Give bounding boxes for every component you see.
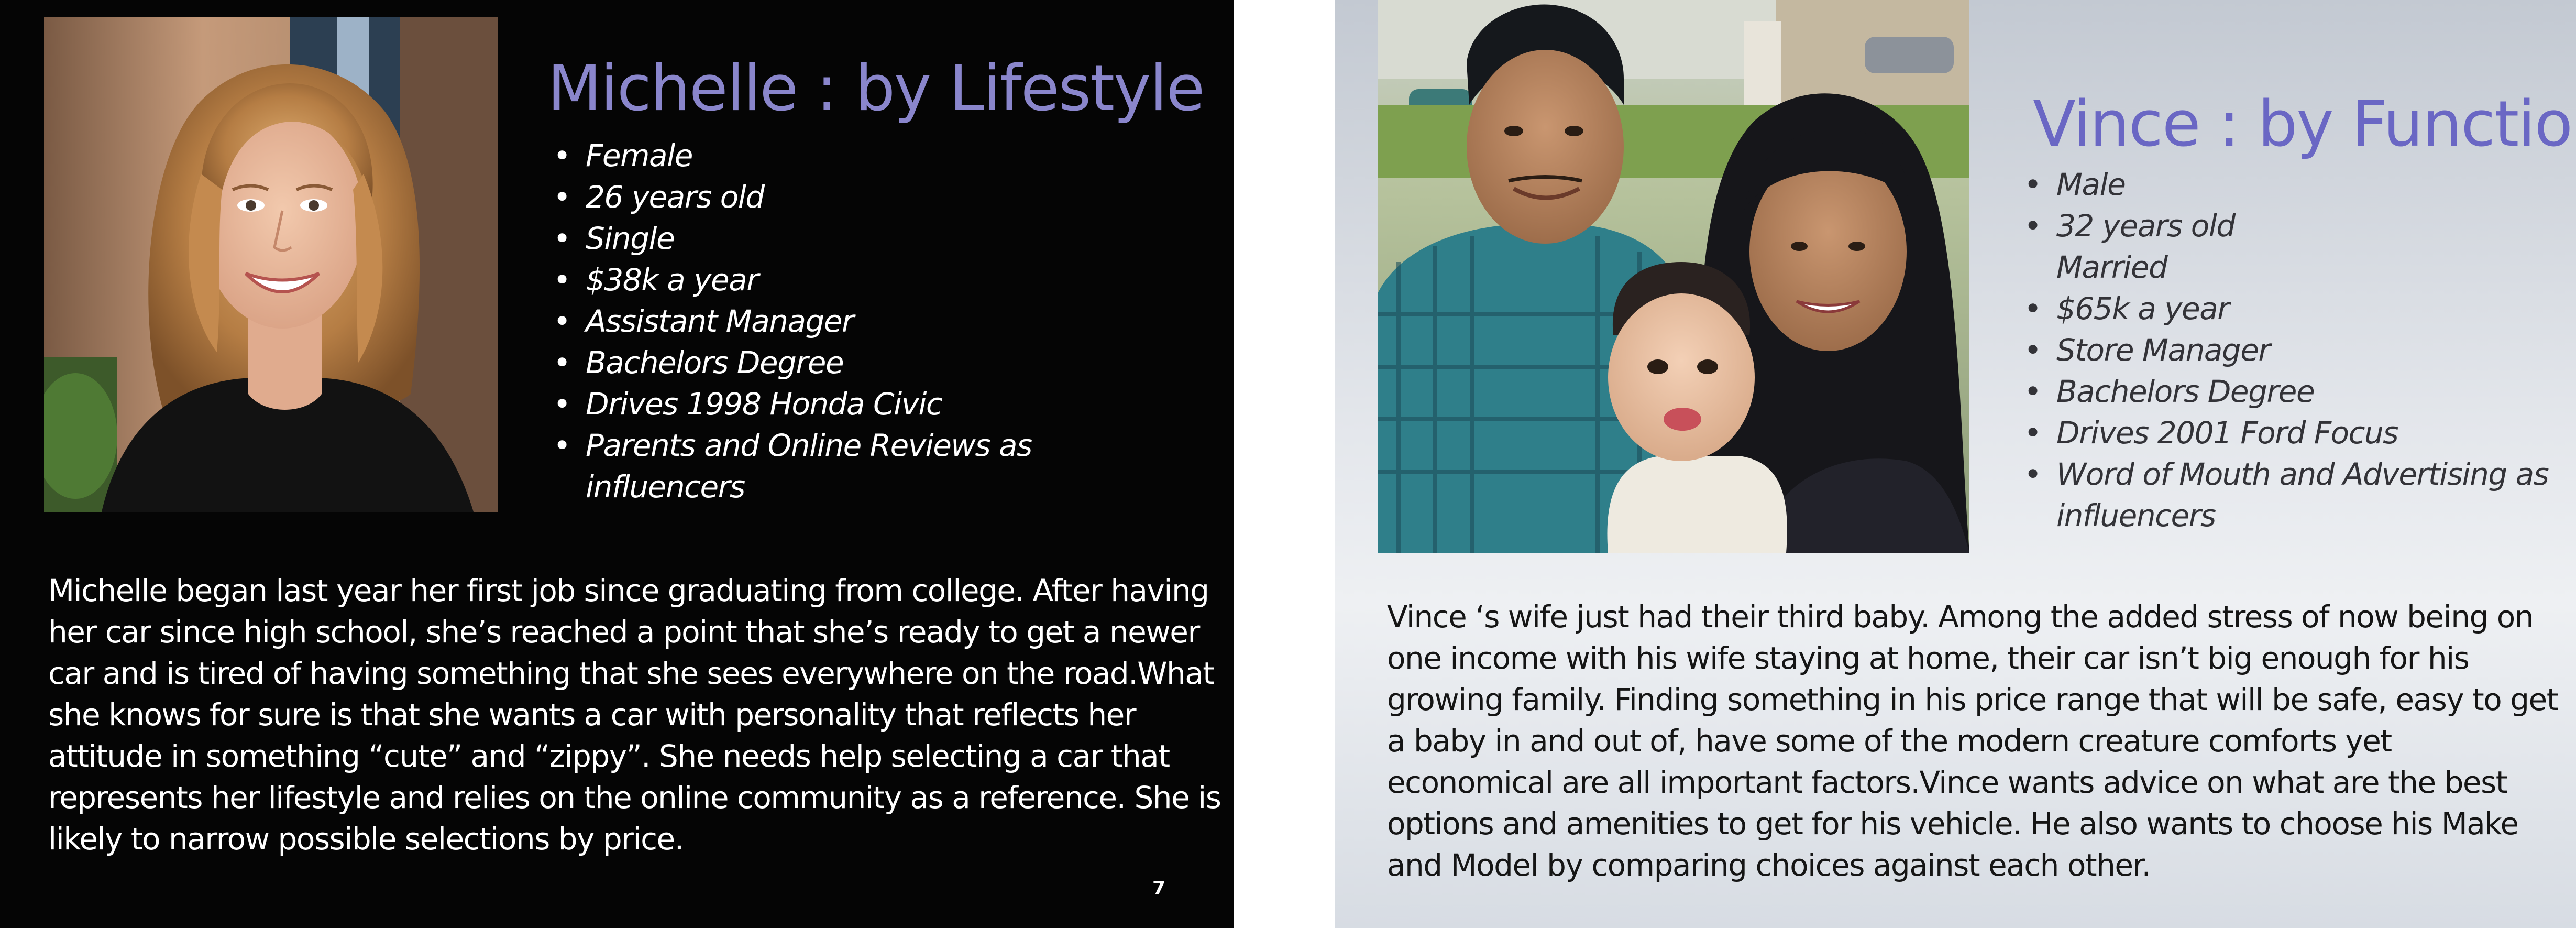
slide-michelle: Michelle : by Lifestyle Female 26 years …: [0, 0, 1234, 928]
persona-attributes-list: Male 32 years old Married $65k a year St…: [2021, 164, 2571, 537]
list-item: Parents and Online Reviews as influencer…: [550, 425, 1179, 508]
list-item: $38k a year: [550, 259, 1179, 301]
michelle-photo: [44, 17, 498, 512]
document-page: Michelle : by Lifestyle Female 26 years …: [0, 0, 2576, 928]
list-item: Assistant Manager: [550, 301, 1179, 342]
slide-title: Vince : by Function: [2033, 88, 2576, 161]
persona-story: Vince ‘s wife just had their third baby.…: [1387, 599, 2558, 883]
list-item: Word of Mouth and Advertising as influen…: [2021, 454, 2571, 537]
persona-story: Michelle began last year her first job s…: [48, 573, 1221, 857]
list-item: Bachelors Degree: [550, 342, 1179, 384]
list-item: Male: [2021, 164, 2571, 205]
list-item: $65k a year: [2021, 288, 2571, 330]
list-item: Drives 1998 Honda Civic: [550, 384, 1179, 425]
page-number: 7: [1152, 878, 1166, 899]
list-item: Bachelors Degree: [2021, 371, 2571, 412]
vince-family-photo: [1378, 0, 1969, 553]
list-item: Single: [550, 218, 1179, 259]
list-item: Drives 2001 Ford Focus: [2021, 412, 2571, 454]
list-item: Female: [550, 135, 1179, 177]
list-item: 26 years old: [550, 177, 1179, 218]
slide-title: Michelle : by Lifestyle: [547, 52, 1205, 125]
list-item: Married: [2056, 249, 2168, 285]
list-item: Store Manager: [2021, 330, 2571, 371]
persona-attributes-list: Female 26 years old Single $38k a year A…: [550, 135, 1179, 508]
list-item: 32 years old: [2021, 205, 2571, 247]
slide-vince: Vince : by Function Male 32 years old Ma…: [1335, 0, 2576, 928]
